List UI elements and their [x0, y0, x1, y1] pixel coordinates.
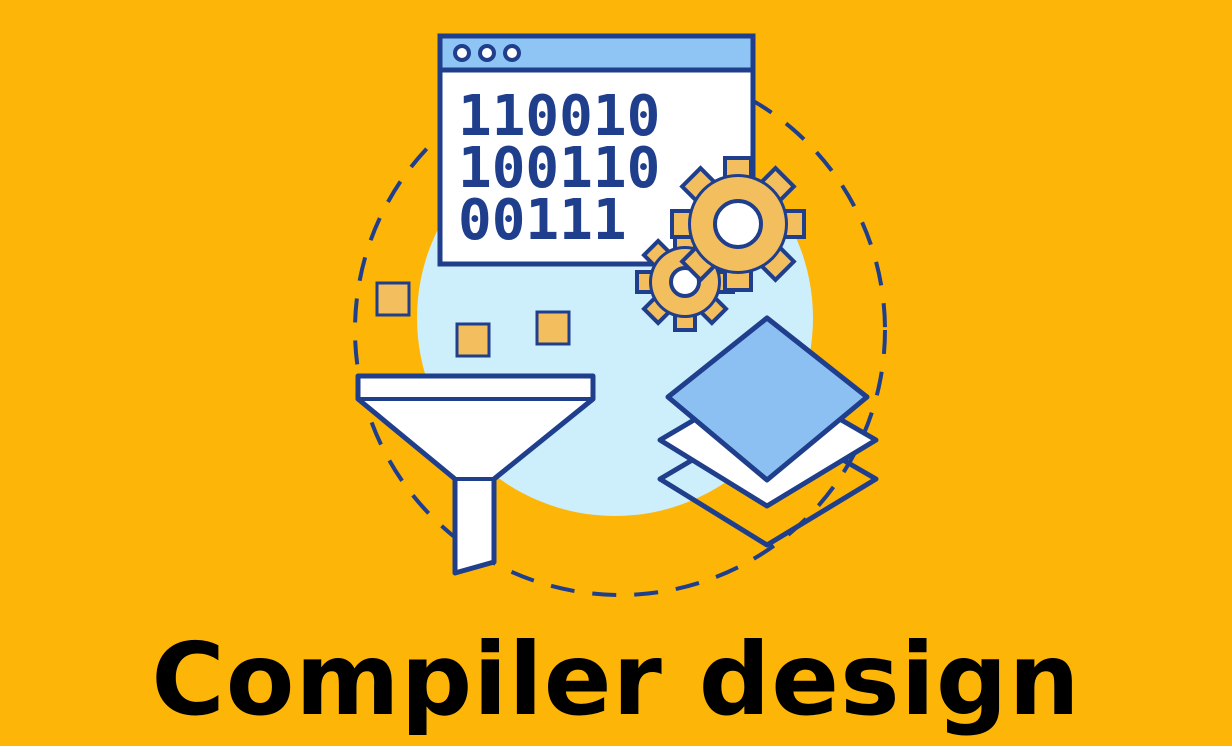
data-square: [455, 322, 491, 358]
data-square: [375, 281, 411, 317]
data-square: [535, 310, 571, 346]
page-title: Compiler design: [151, 621, 1081, 738]
binary-line: 00111: [458, 188, 627, 253]
window-dot: [503, 44, 521, 62]
large-gear-icon: [670, 156, 806, 292]
window-dot: [453, 44, 471, 62]
compiler-design-banner: 110010 100110 00111 Compiler design: [0, 0, 1232, 746]
window-dot: [478, 44, 496, 62]
